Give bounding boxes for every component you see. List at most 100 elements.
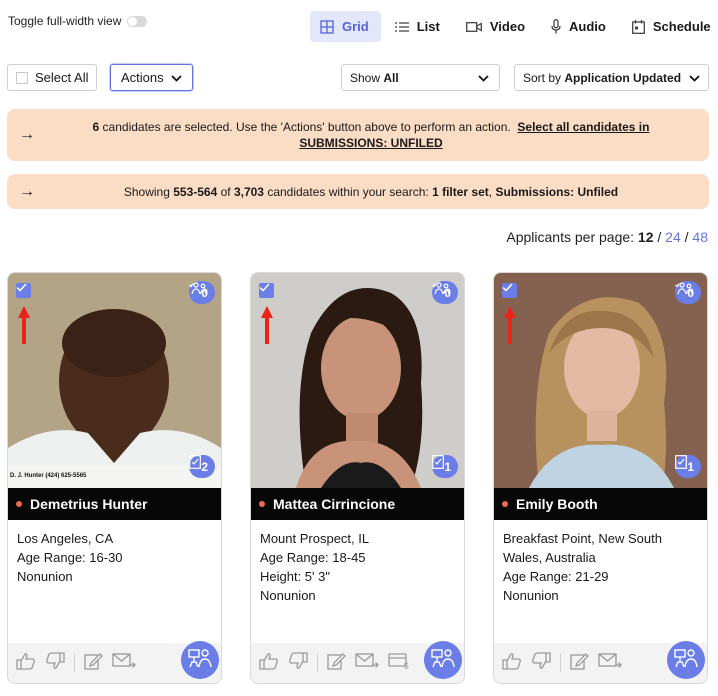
candidate-photo[interactable]: 0 1 xyxy=(494,273,707,488)
tab-video-label: Video xyxy=(489,19,526,34)
schedule-audition-button[interactable] xyxy=(181,641,219,679)
status-dot xyxy=(259,501,265,507)
results-total: 3,703 xyxy=(233,184,264,199)
submission-count: 2 xyxy=(201,459,208,474)
candidate-photo[interactable]: 0 D. J. Hunter (424) 625-5565 2 xyxy=(8,273,221,488)
selection-message: candidates are selected. Use the 'Action… xyxy=(99,120,511,134)
arrow-right-icon: → xyxy=(19,126,35,143)
edit-note-icon[interactable] xyxy=(327,652,346,675)
callback-count-badge[interactable]: 0 xyxy=(189,281,215,304)
status-dot xyxy=(502,501,508,507)
results-banner-text: Showing 553-564 of 3,703 candidates with… xyxy=(47,184,709,200)
thumbs-down-icon[interactable] xyxy=(288,651,308,675)
submission-count-badge[interactable]: 2 xyxy=(189,455,215,478)
edit-note-icon[interactable] xyxy=(84,652,103,675)
status-dot xyxy=(16,501,22,507)
candidate-name-bar[interactable]: Mattea Cirrincione xyxy=(251,488,464,520)
filter-value: Submissions: Unfiled xyxy=(495,184,619,199)
filter-count[interactable]: 1 filter set xyxy=(432,185,489,199)
actions-dropdown[interactable]: Actions xyxy=(110,64,193,91)
tab-grid[interactable]: Grid xyxy=(310,11,381,42)
video-icon xyxy=(465,21,482,33)
chevron-down-icon xyxy=(478,71,489,85)
candidate-name[interactable]: Demetrius Hunter xyxy=(30,496,147,512)
tab-list[interactable]: List xyxy=(385,11,452,42)
sort-field: Application Updated xyxy=(564,70,682,85)
candidate-name-bar[interactable]: Emily Booth xyxy=(494,488,707,520)
divider xyxy=(74,654,75,672)
show-value: All xyxy=(383,70,399,85)
select-all-button[interactable]: Select All xyxy=(7,64,97,91)
candidate-photo[interactable]: 0 1 xyxy=(251,273,464,488)
tab-schedule[interactable]: Schedule xyxy=(622,11,718,42)
send-message-icon[interactable] xyxy=(355,652,379,674)
tab-audio-label: Audio xyxy=(569,19,606,34)
candidate-checkbox[interactable] xyxy=(502,283,517,298)
selection-banner: → 6 candidates are selected. Use the 'Ac… xyxy=(7,109,709,161)
full-width-toggle[interactable]: Toggle full-width view xyxy=(8,14,148,28)
payment-card-icon[interactable]: $ xyxy=(388,652,410,674)
actions-label: Actions xyxy=(121,70,164,85)
candidate-checkbox[interactable] xyxy=(259,283,274,298)
svg-text:$: $ xyxy=(404,661,409,669)
candidate-location: Mount Prospect, IL xyxy=(260,531,370,546)
candidate-card[interactable]: 0 1 Emily Booth Breakfast Point, New Sou… xyxy=(493,272,708,684)
selection-banner-text: 6 candidates are selected. Use the 'Acti… xyxy=(47,119,709,151)
show-filter-select[interactable]: Show All xyxy=(341,64,500,91)
candidate-location: Los Angeles, CA xyxy=(17,531,114,546)
per-page-option-48[interactable]: 48 xyxy=(692,229,708,245)
edit-note-icon[interactable] xyxy=(570,652,589,675)
candidate-height: Height: 5' 3" xyxy=(260,569,330,584)
candidate-name[interactable]: Mattea Cirrincione xyxy=(273,496,395,512)
photo-caption: D. J. Hunter (424) 625-5565 xyxy=(10,473,87,479)
presenter-icon xyxy=(188,648,212,673)
results-prefix: Showing xyxy=(123,184,174,199)
send-message-icon[interactable] xyxy=(112,652,136,674)
callback-count-badge[interactable]: 0 xyxy=(675,281,701,304)
candidate-details: Breakfast Point, New South Wales, Austra… xyxy=(503,529,698,605)
schedule-audition-button[interactable] xyxy=(424,641,462,679)
candidate-details: Los Angeles, CA Age Range: 16-30 Nonunio… xyxy=(17,529,212,586)
microphone-icon xyxy=(551,19,561,34)
presenter-icon xyxy=(431,648,455,673)
select-all-label: Select All xyxy=(35,70,89,85)
full-width-toggle-label: Toggle full-width view xyxy=(8,14,122,28)
tab-video[interactable]: Video xyxy=(456,11,537,42)
thumbs-up-icon[interactable] xyxy=(259,652,279,675)
tab-grid-label: Grid xyxy=(342,19,369,34)
sort-select[interactable]: Sort by Application Updated xyxy=(514,64,709,91)
send-message-icon[interactable] xyxy=(598,652,622,674)
candidate-name-bar[interactable]: Demetrius Hunter xyxy=(8,488,221,520)
callback-count-badge[interactable]: 0 xyxy=(432,281,458,304)
per-page-divider: / xyxy=(653,229,666,245)
sort-value: Sort by Application Updated xyxy=(523,71,681,85)
candidate-name[interactable]: Emily Booth xyxy=(516,496,598,512)
view-tabs: Grid List Video Audio Schedule xyxy=(310,11,718,42)
per-page-selector: Applicants per page: 12 / 24 / 48 xyxy=(506,229,708,245)
toggle-switch[interactable] xyxy=(127,15,148,27)
thumbs-down-icon[interactable] xyxy=(531,651,551,675)
chevron-down-icon xyxy=(689,71,700,85)
results-mid: candidates within your search: xyxy=(263,184,433,199)
candidate-checkbox[interactable] xyxy=(16,283,31,298)
per-page-current: 12 xyxy=(637,229,654,245)
thumbs-down-icon[interactable] xyxy=(45,651,65,675)
submission-count-badge[interactable]: 1 xyxy=(432,455,458,478)
candidate-card[interactable]: 0 1 Mattea Cirrincione Mount Prospect, I… xyxy=(250,272,465,684)
schedule-audition-button[interactable] xyxy=(667,641,705,679)
tab-audio[interactable]: Audio xyxy=(541,11,618,42)
list-icon xyxy=(394,21,409,33)
tab-schedule-label: Schedule xyxy=(652,19,711,34)
results-banner: → Showing 553-564 of 3,703 candidates wi… xyxy=(7,174,709,209)
presenter-icon xyxy=(674,648,698,673)
calendar-icon xyxy=(631,19,645,34)
show-prefix: Show xyxy=(350,70,381,85)
per-page-option-24[interactable]: 24 xyxy=(665,229,681,245)
submission-count-badge[interactable]: 1 xyxy=(675,455,701,478)
candidate-card[interactable]: 0 D. J. Hunter (424) 625-5565 2 Demetriu… xyxy=(7,272,222,684)
thumbs-up-icon[interactable] xyxy=(16,652,36,675)
select-all-checkbox[interactable] xyxy=(16,71,28,84)
divider xyxy=(560,654,561,672)
thumbs-up-icon[interactable] xyxy=(502,652,522,675)
candidate-union-status: Nonunion xyxy=(17,569,73,584)
